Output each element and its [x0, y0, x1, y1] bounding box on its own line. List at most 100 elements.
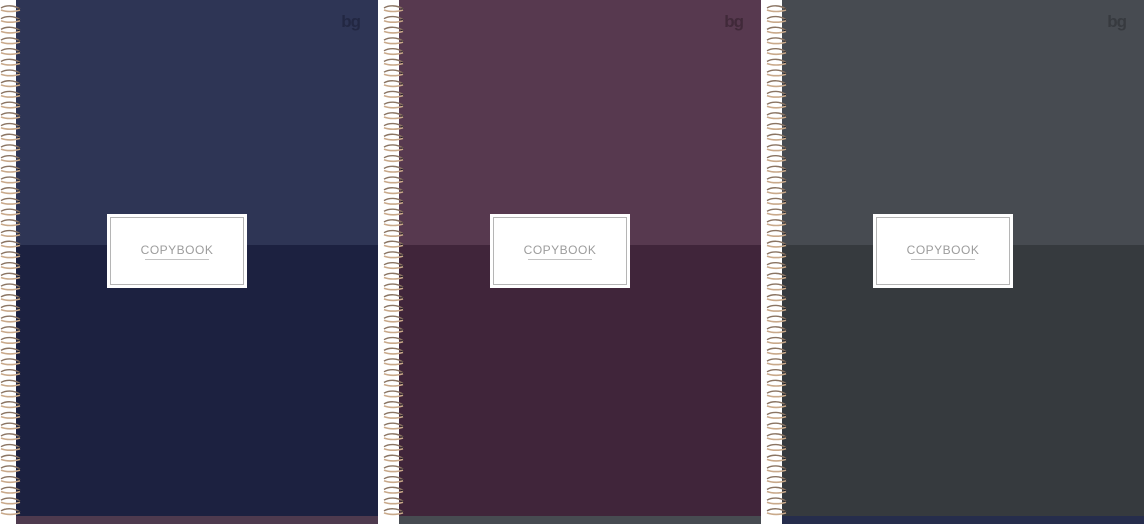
- spiral-coil: [766, 486, 787, 494]
- spiral-coil: [383, 47, 404, 56]
- spiral-coil: [766, 5, 787, 13]
- spiral-coil: [383, 165, 404, 173]
- spiral-coil: [383, 133, 404, 141]
- spiral-coil: [766, 454, 787, 462]
- brand-logo: bg: [1107, 12, 1127, 31]
- spiral-coil: [383, 283, 404, 291]
- cover-top-panel: [16, 0, 378, 245]
- spiral-coil: [766, 176, 787, 184]
- spiral-coil: [383, 58, 404, 66]
- spiral-coil: [0, 315, 21, 323]
- spiral-coil: [0, 283, 21, 291]
- spiral-coil: [383, 101, 404, 109]
- spiral-coil: [766, 411, 787, 419]
- spiral-coil: [766, 240, 787, 248]
- spiral-coil: [0, 37, 21, 45]
- spiral-coil: [383, 208, 404, 216]
- spiral-coil: [766, 497, 787, 505]
- spiral-coil: [0, 80, 21, 88]
- spiral-coil: [383, 294, 404, 302]
- spiral-coil: [383, 379, 404, 387]
- spiral-coil: [766, 368, 787, 377]
- spiral-coil: [0, 240, 21, 248]
- spiral-coil: [383, 122, 404, 130]
- spiral-coil: [383, 358, 404, 366]
- cover-label-underline: [528, 259, 592, 260]
- spiral-coil: [766, 197, 787, 205]
- spiral-coil: [0, 5, 21, 13]
- spiral-coil: [766, 304, 787, 312]
- spiral-coil: [0, 411, 21, 419]
- spiral-coil: [383, 219, 404, 227]
- spiral-coil: [383, 390, 404, 398]
- spiral-coil: [383, 240, 404, 248]
- spiral-coil: [766, 122, 787, 130]
- spiral-binding: [383, 0, 405, 524]
- spiral-coil: [766, 465, 787, 473]
- spiral-coil: [766, 165, 787, 173]
- spiral-coil: [383, 304, 404, 312]
- spiral-coil: [383, 422, 404, 430]
- spiral-coil: [0, 15, 21, 23]
- spiral-coil: [383, 15, 404, 23]
- spiral-coil: [766, 401, 787, 409]
- spiral-binding: [766, 0, 788, 524]
- spiral-coil: [766, 508, 787, 516]
- spiral-coil: [0, 379, 21, 387]
- spiral-coil: [0, 122, 21, 130]
- spiral-coil: [766, 90, 787, 98]
- spiral-coil: [0, 187, 21, 195]
- notebook-plum: bg COPYBOOK: [383, 0, 761, 524]
- cover-label-text: COPYBOOK: [140, 243, 214, 257]
- spiral-coil: [766, 283, 787, 291]
- spiral-coil: [383, 272, 404, 280]
- cover-edge-strip: [399, 516, 761, 524]
- spiral-coil: [0, 358, 21, 366]
- cover-label-text: COPYBOOK: [523, 243, 597, 257]
- spiral-coil: [766, 422, 787, 430]
- spiral-coil: [383, 475, 404, 484]
- spiral-coil: [0, 101, 21, 109]
- spiral-coil: [766, 112, 787, 120]
- spiral-coil: [0, 433, 21, 441]
- spiral-coil: [0, 336, 21, 344]
- spiral-coil: [0, 26, 21, 34]
- spiral-coil: [766, 326, 787, 334]
- spiral-coil: [383, 197, 404, 205]
- spiral-coil: [766, 15, 787, 23]
- spiral-coil: [0, 47, 21, 56]
- spiral-coil: [766, 229, 787, 237]
- spiral-coil: [766, 208, 787, 216]
- spiral-coil: [0, 368, 21, 377]
- spiral-coil: [766, 133, 787, 141]
- cover-edge-strip: [782, 516, 1144, 524]
- brand-logo: bg: [724, 12, 744, 31]
- spiral-coil: [0, 326, 21, 334]
- spiral-coil: [383, 251, 404, 259]
- cover-label-underline: [911, 259, 975, 260]
- spiral-coil: [383, 90, 404, 98]
- cover-label-underline: [145, 259, 209, 260]
- spiral-coil: [383, 229, 404, 237]
- spiral-coil: [766, 475, 787, 484]
- spiral-coil: [766, 58, 787, 66]
- cover-label: COPYBOOK: [107, 214, 247, 288]
- spiral-coil: [766, 219, 787, 227]
- cover-top-panel: [399, 0, 761, 245]
- spiral-binding: [0, 0, 22, 524]
- spiral-coil: [383, 80, 404, 88]
- spiral-coil: [0, 58, 21, 66]
- spiral-coil: [0, 390, 21, 398]
- spiral-coil: [0, 443, 21, 451]
- spiral-coil: [766, 294, 787, 302]
- brand-logo: bg: [341, 12, 361, 31]
- spiral-coil: [0, 508, 21, 516]
- spiral-coil: [0, 294, 21, 302]
- spiral-coil: [383, 187, 404, 195]
- spiral-coil: [766, 443, 787, 451]
- spiral-coil: [383, 508, 404, 516]
- spiral-coil: [766, 154, 787, 163]
- spiral-coil: [766, 261, 787, 270]
- spiral-coil: [0, 347, 21, 355]
- spiral-coil: [766, 69, 787, 77]
